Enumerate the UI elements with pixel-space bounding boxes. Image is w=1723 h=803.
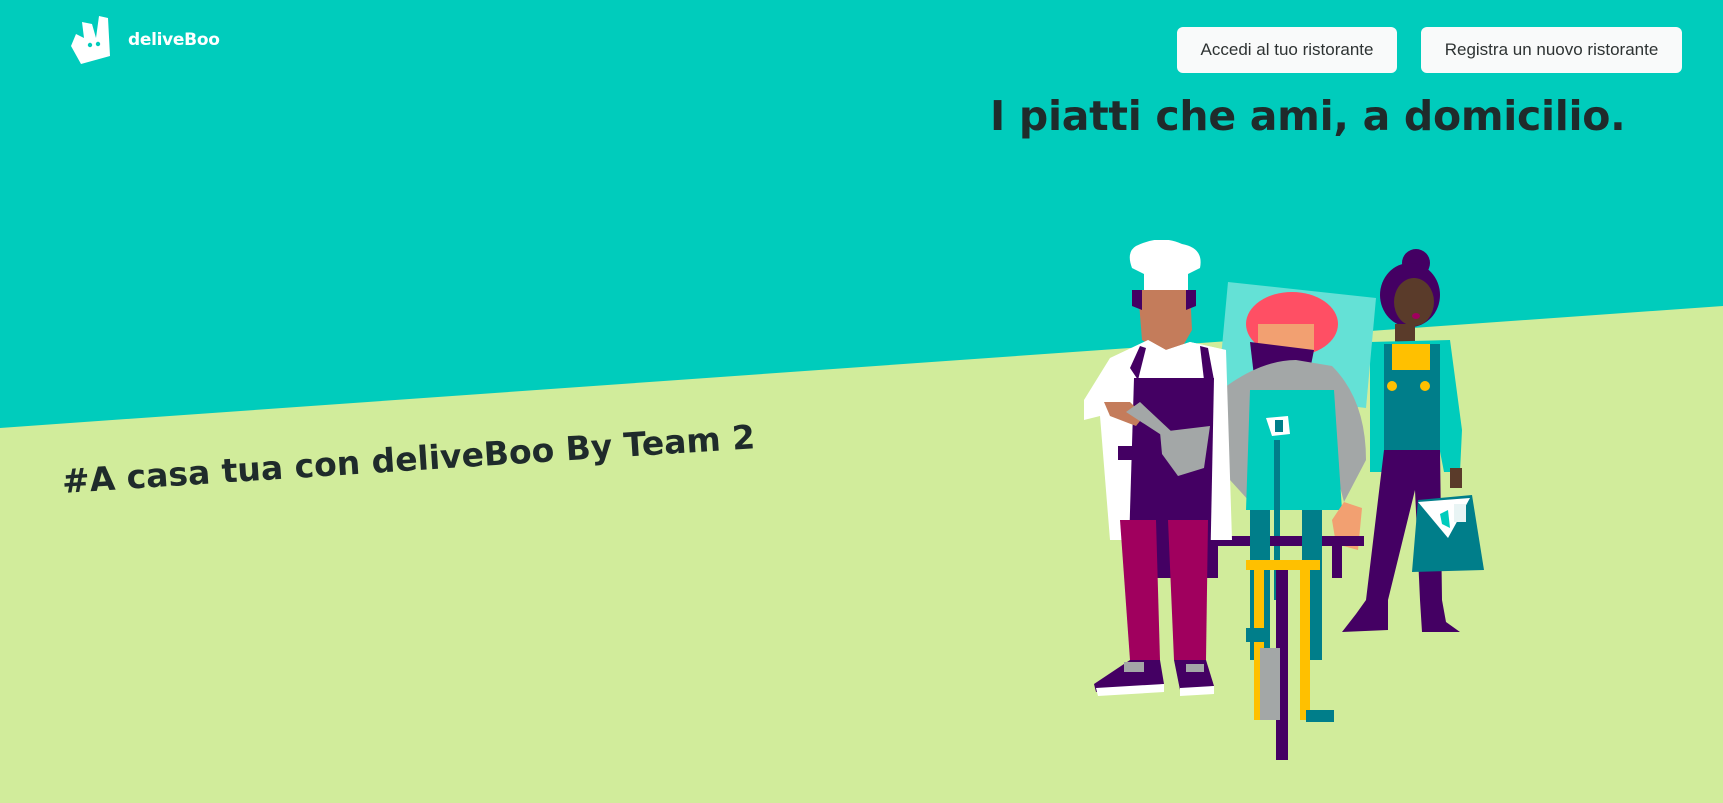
logo[interactable]: deliveBoo: [68, 16, 220, 64]
brand-name: deliveBoo: [128, 30, 220, 50]
chef-rider-customer-illustration: [1084, 240, 1484, 760]
kangaroo-logo-icon: [71, 16, 110, 64]
register-restaurant-button[interactable]: Registra un nuovo ristorante: [1421, 27, 1682, 73]
hero-headline: I piatti che ami, a domicilio.: [990, 92, 1626, 140]
chef-figure: [1084, 240, 1232, 696]
login-restaurant-button[interactable]: Accedi al tuo ristorante: [1177, 27, 1397, 73]
